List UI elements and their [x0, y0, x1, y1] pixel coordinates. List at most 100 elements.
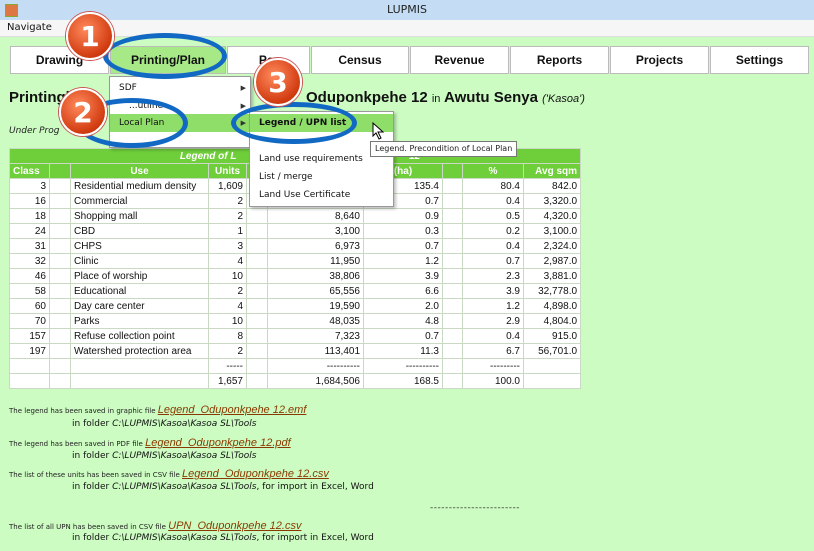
cell-ha: 11.3: [363, 343, 443, 359]
cell-use: Parks: [70, 313, 209, 329]
cell-sqm: 11,950: [267, 253, 364, 269]
menu-item-list-merge[interactable]: List / merge: [250, 168, 393, 186]
highlight-ring-3: [231, 102, 357, 144]
cell-use: CHPS: [70, 238, 209, 254]
heading-name: Oduponkpehe 12: [306, 89, 428, 106]
col-class: Class: [9, 163, 50, 179]
table-row: 18 Shopping mall 2 8,640 0.9 0.5 4,320.0: [9, 208, 582, 224]
mouse-cursor-icon: [372, 122, 385, 140]
cell-class: 58: [9, 283, 50, 299]
cell-class: 18: [9, 208, 50, 224]
cell-avg: 3,320.0: [522, 193, 582, 209]
total-units: 1,657: [208, 373, 247, 389]
cell-ha: 0.7: [363, 328, 443, 344]
cell-units: 2: [208, 208, 247, 224]
cell-use: Day care center: [70, 298, 209, 314]
col-units: Units: [208, 163, 247, 179]
heading-in: in: [431, 93, 441, 105]
cell-sqm: 48,035: [267, 313, 364, 329]
col-pct: %: [462, 163, 524, 179]
cell-units: 1,609: [208, 178, 247, 194]
tab-revenue[interactable]: Revenue: [410, 46, 509, 74]
total-sqm: 1,684,506: [267, 373, 364, 389]
cell-class: 157: [9, 328, 50, 344]
menu-bar: Navigate: [0, 20, 814, 37]
cell-ha: 0.3: [363, 223, 443, 239]
cell-pct: 3.9: [462, 283, 524, 299]
menu-navigate[interactable]: Navigate: [7, 22, 52, 33]
cell-units: 2: [208, 283, 247, 299]
cell-units: 4: [208, 253, 247, 269]
cell-avg: 4,898.0: [522, 298, 582, 314]
cell-class: 46: [9, 268, 50, 284]
cell-sqm: 38,806: [267, 268, 364, 284]
col-use: Use: [70, 163, 209, 179]
cell-class: 197: [9, 343, 50, 359]
cell-avg: 4,320.0: [522, 208, 582, 224]
table-title-left: Legend of L: [179, 150, 237, 162]
divider-dashes: ------------------------: [430, 503, 520, 513]
cell-pct: 0.7: [462, 253, 524, 269]
tooltip: Legend. Precondition of Local Plan: [370, 141, 518, 157]
cell-units: 1: [208, 223, 247, 239]
note-emf: The legend has been saved in graphic fil…: [9, 404, 307, 416]
cell-sqm: 113,401: [267, 343, 364, 359]
total-row: 1,657 1,684,506 168.5 100.0: [9, 373, 582, 389]
table-row: 197 Watershed protection area 2 113,401 11.3…: [9, 343, 582, 359]
cell-units: 2: [208, 343, 247, 359]
table-row: 46 Place of worship 10 38,806 3.9 2.3 3,881.0: [9, 268, 582, 284]
cell-class: 31: [9, 238, 50, 254]
cell-class: 3: [9, 178, 50, 194]
cell-units: 4: [208, 298, 247, 314]
folder-pdf: in folder C:\LUPMIS\Kasoa\Kasoa SL\Tools: [72, 451, 257, 461]
cell-avg: 3,100.0: [522, 223, 582, 239]
cell-use: Watershed protection area: [70, 343, 209, 359]
cell-ha: 0.7: [363, 238, 443, 254]
table-row: 157 Refuse collection point 8 7,323 0.7 0.4 91…: [9, 328, 582, 344]
table-row: 31 CHPS 3 6,973 0.7 0.4 2,324.0: [9, 238, 582, 254]
step-badge-1: 1: [66, 12, 114, 60]
cell-avg: 32,778.0: [522, 283, 582, 299]
table-row: 32 Clinic 4 11,950 1.2 0.7 2,987.0: [9, 253, 582, 269]
cell-class: 70: [9, 313, 50, 329]
tab-settings[interactable]: Settings: [710, 46, 809, 74]
link-legend-pdf[interactable]: Legend_Oduponkpehe 12.pdf: [145, 437, 291, 449]
cell-sqm: 65,556: [267, 283, 364, 299]
cell-pct: 0.5: [462, 208, 524, 224]
menu-item-land-use-certificate[interactable]: Land Use Certificate: [250, 186, 393, 204]
tab-projects[interactable]: Projects: [610, 46, 709, 74]
cell-class: 60: [9, 298, 50, 314]
tab-census[interactable]: Census: [311, 46, 409, 74]
cell-units: 8: [208, 328, 247, 344]
table-row: 24 CBD 1 3,100 0.3 0.2 3,100.0: [9, 223, 582, 239]
cell-pct: 0.4: [462, 328, 524, 344]
link-upn-csv[interactable]: UPN_Oduponkpehe 12.csv: [168, 520, 301, 532]
tab-reports[interactable]: Reports: [510, 46, 609, 74]
cell-use: Commercial: [70, 193, 209, 209]
cell-use: Shopping mall: [70, 208, 209, 224]
cell-avg: 2,324.0: [522, 238, 582, 254]
cell-ha: 3.9: [363, 268, 443, 284]
cell-use: Residential medium density: [70, 178, 209, 194]
note-csv-units: The list of these units has been saved i…: [9, 468, 329, 480]
link-legend-emf[interactable]: Legend_Oduponkpehe 12.emf: [158, 404, 307, 416]
total-pct: 100.0: [462, 373, 524, 389]
menu-item-sdf[interactable]: SDF ▶: [110, 79, 250, 97]
folder-csv-upn: in folder C:\LUPMIS\Kasoa\Kasoa SL\Tools…: [72, 533, 374, 543]
separator-row: ----- ---------- ---------- ---------: [9, 358, 582, 374]
highlight-ring-1: [103, 33, 227, 79]
table-row: 60 Day care center 4 19,590 2.0 1.2 4,898.0: [9, 298, 582, 314]
step-badge-3: 3: [254, 58, 302, 106]
cell-ha: 0.9: [363, 208, 443, 224]
cell-use: Refuse collection point: [70, 328, 209, 344]
cell-class: 32: [9, 253, 50, 269]
cell-sqm: 19,590: [267, 298, 364, 314]
cell-sqm: 7,323: [267, 328, 364, 344]
cell-avg: 915.0: [522, 328, 582, 344]
cell-units: 10: [208, 268, 247, 284]
total-ha: 168.5: [363, 373, 443, 389]
cell-use: Educational: [70, 283, 209, 299]
heading-right: Oduponkpehe 12 in Awutu Senya ('Kasoa'): [306, 89, 585, 106]
table-row: 58 Educational 2 65,556 6.6 3.9 32,778.0: [9, 283, 582, 299]
link-legend-csv[interactable]: Legend_Oduponkpehe 12.csv: [182, 468, 329, 480]
